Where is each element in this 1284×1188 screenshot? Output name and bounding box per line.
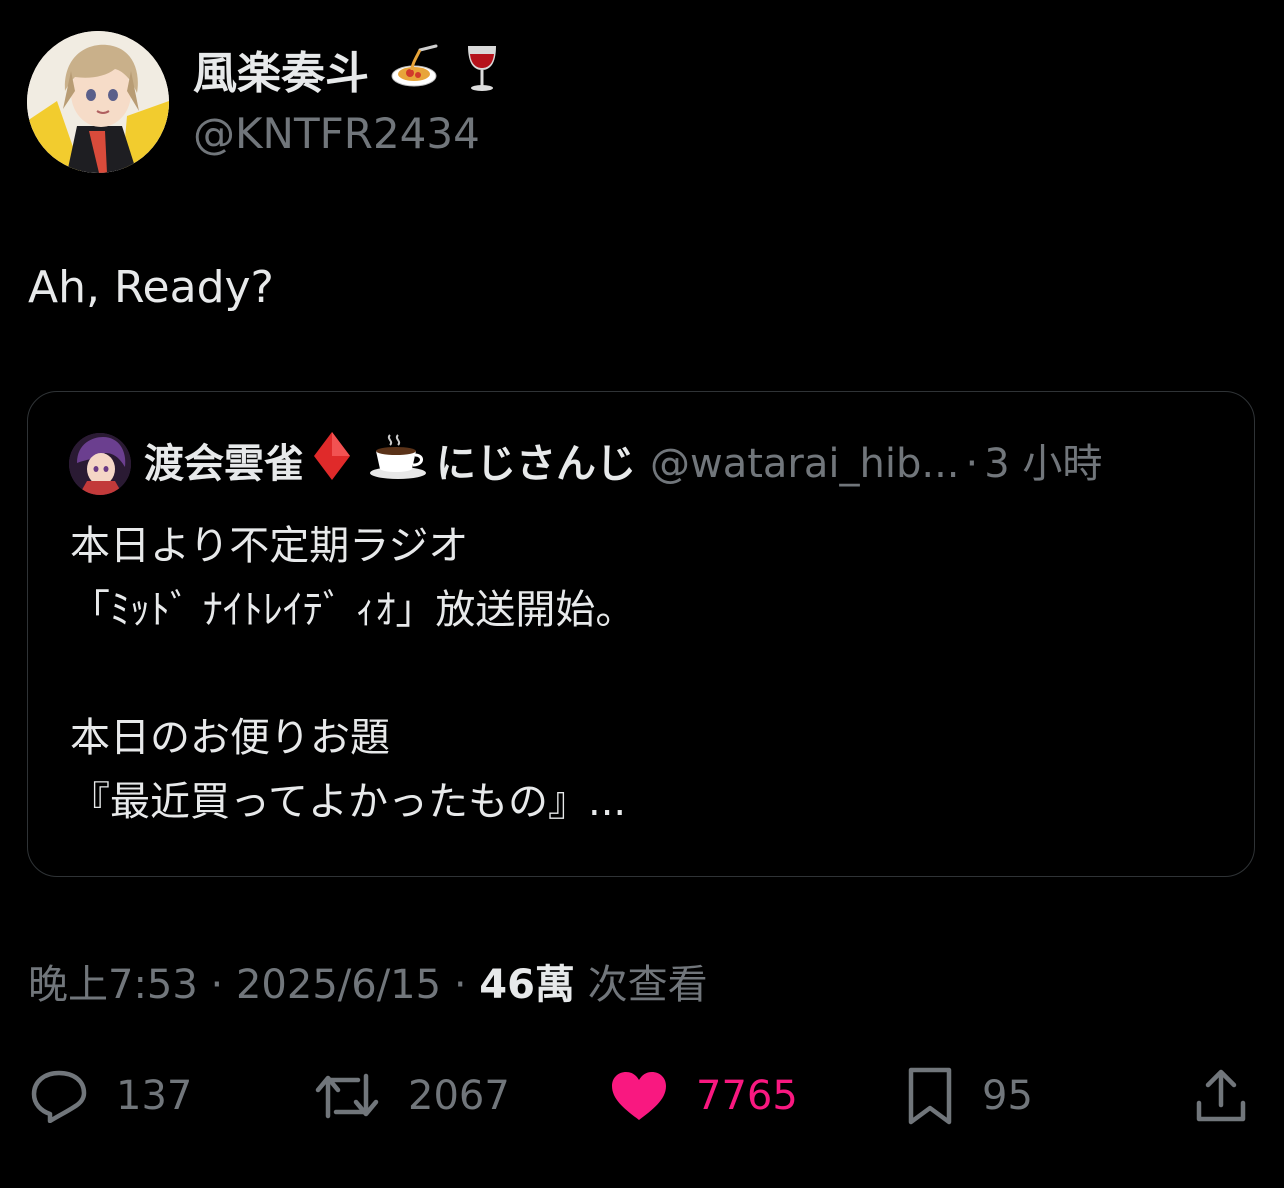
wine-glass-icon [464,42,500,110]
diamond-icon [312,430,352,499]
author-display-name-row[interactable]: 風楽奏斗 [193,42,500,110]
reply-button[interactable]: 137 [30,1060,192,1132]
quote-header[interactable]: 渡会雲雀 にじさんじ @watarai_hib... · 3 小時 [144,431,1102,494]
quoted-tweet-card[interactable]: 渡会雲雀 にじさんじ @watarai_hib... · 3 小時 本日より不定… [27,391,1255,877]
bookmark-count: 95 [982,1073,1033,1119]
quote-line: 本日より不定期ラジオ [70,523,469,569]
tweet-meta: 晚上7:53 · 2025/6/15 · 46萬 次查看 [28,956,708,1014]
like-count: 7765 [696,1073,798,1119]
like-button[interactable]: 7765 [610,1060,798,1132]
quote-author-handle[interactable]: @watarai_hib... [650,434,960,494]
quote-separator: · [965,441,979,487]
coffee-icon [368,431,428,498]
quote-author-name-suffix[interactable]: にじさんじ [436,434,636,494]
tweet-time[interactable]: 晚上7:53 [28,962,198,1008]
reply-icon [30,1069,88,1123]
heart-icon [610,1070,668,1122]
tweet-page: 風楽奏斗 @KNTFR2434 Ah, Ready? 渡会雲雀 にじさんじ @w… [0,0,1284,1188]
quote-line: 『最近買ってよかったもの』... [70,779,627,825]
views-count: 46萬 [479,962,575,1008]
author-handle[interactable]: @KNTFR2434 [193,106,480,162]
author-display-name[interactable]: 風楽奏斗 [193,48,369,99]
meta-separator: · [210,962,224,1008]
action-bar: 137 2067 7765 95 [0,1060,1284,1132]
quote-line: 本日のお便りお題 [70,715,390,761]
retweet-count: 2067 [408,1073,510,1119]
share-icon [1194,1067,1248,1125]
bookmark-icon [906,1066,954,1126]
quote-body: 本日より不定期ラジオ 「ﾐｯﾄﾞ ﾅｲﾄﾚｲﾃﾞ ｨｵ」放送開始。 本日のお便り… [70,514,635,834]
reply-count: 137 [116,1073,193,1119]
bookmark-button[interactable]: 95 [906,1060,1033,1132]
quote-author-name[interactable]: 渡会雲雀 [144,434,304,494]
retweet-icon [314,1070,380,1122]
quote-line: 「ﾐｯﾄﾞ ﾅｲﾄﾚｲﾃﾞ ｨｵ」放送開始。 [70,587,636,633]
author-avatar[interactable] [27,31,169,173]
views-label: 次查看 [587,962,708,1008]
quote-author-avatar[interactable] [69,433,131,495]
pasta-icon [390,44,442,108]
quote-line [70,642,635,706]
retweet-button[interactable]: 2067 [314,1060,510,1132]
tweet-text: Ah, Ready? [28,262,274,313]
share-button[interactable] [1194,1060,1248,1132]
tweet-date[interactable]: 2025/6/15 [236,962,441,1008]
meta-separator: · [453,962,467,1008]
quote-timestamp[interactable]: 3 小時 [984,434,1102,494]
